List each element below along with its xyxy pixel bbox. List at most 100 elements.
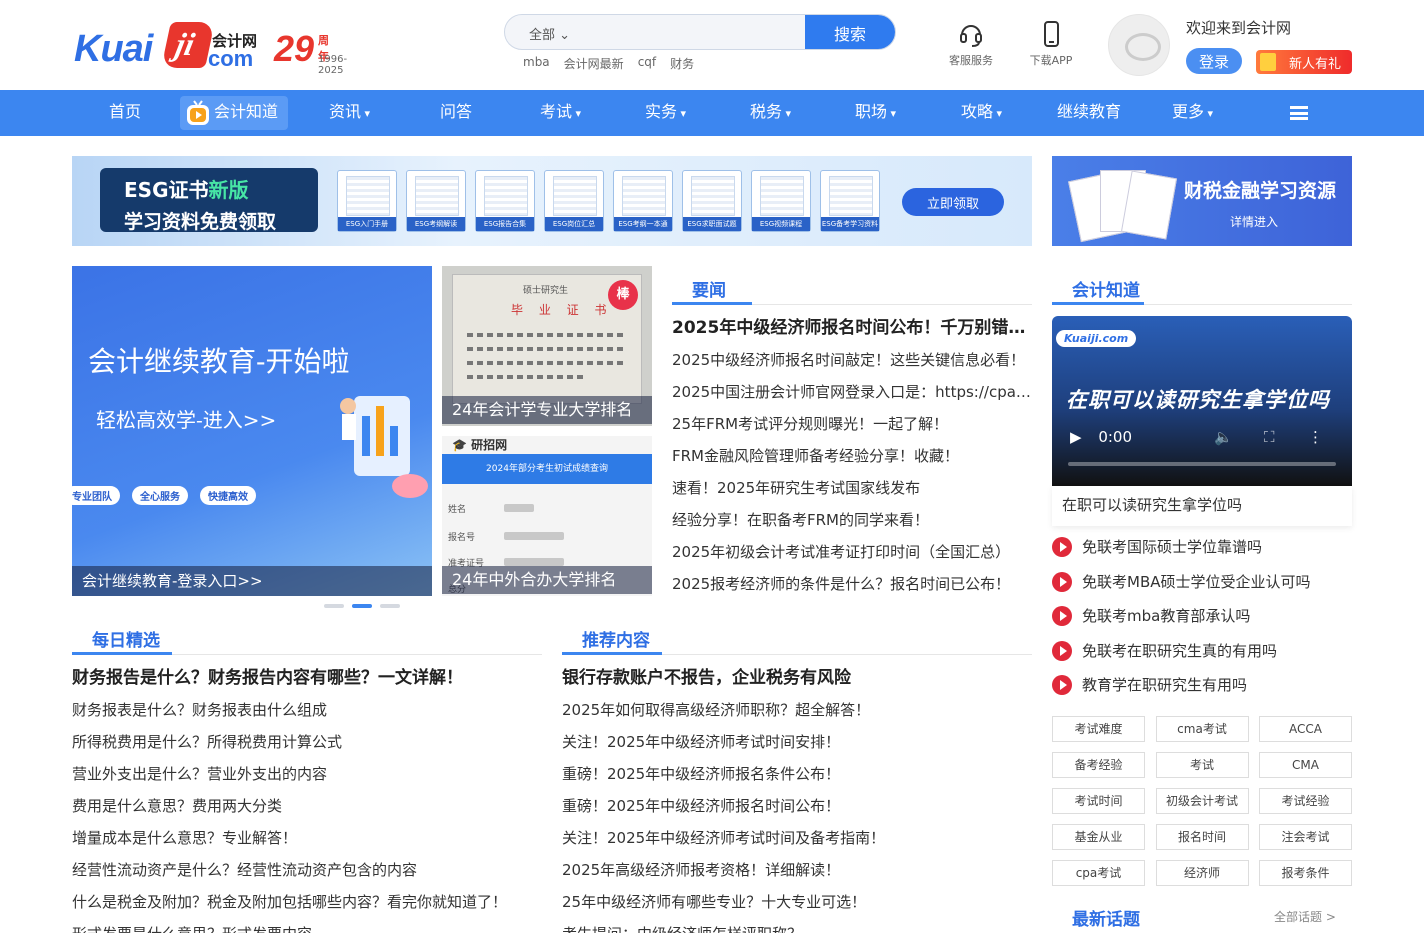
list-item[interactable]: 2025年初级会计考试准考证打印时间（全国汇总） bbox=[672, 536, 1032, 568]
list-item[interactable]: 考生提问：中级经济师怎样评职称？ bbox=[562, 918, 1032, 933]
tag[interactable]: 经济师 bbox=[1155, 860, 1249, 886]
list-item[interactable]: 关注！2025年中级经济师考试时间及备考指南！ bbox=[562, 822, 1032, 854]
banner-book: ESG求职面试题 bbox=[682, 170, 742, 232]
menu-icon[interactable] bbox=[1290, 106, 1308, 120]
nav-more[interactable]: 更多 bbox=[1172, 90, 1213, 136]
login-button[interactable]: 登录 bbox=[1186, 48, 1242, 74]
video-caption[interactable]: 在职可以读研究生拿学位吗 bbox=[1052, 486, 1352, 526]
tag[interactable]: 考试难度 bbox=[1052, 716, 1145, 742]
list-item[interactable]: 速看！2025年研究生考试国家线发布 bbox=[672, 472, 1032, 504]
list-item[interactable]: 财务报告是什么？财务报告内容有哪些？一文详解！ bbox=[72, 662, 542, 694]
nav-career[interactable]: 职场 bbox=[855, 90, 896, 136]
list-item[interactable]: 免联考MBA硕士学位受企业认可吗 bbox=[1052, 565, 1352, 600]
carousel-side-slide-1[interactable]: 硕士研究生 毕 业 证 书 棒 24年会计学专业大学排名 bbox=[442, 266, 652, 426]
tag[interactable]: 考试经验 bbox=[1259, 788, 1352, 814]
carousel-main-slide[interactable]: 会计继续教育-开始啦 轻松高效学-进入>> 专业团队 全心服务 快捷高效 会计继… bbox=[72, 266, 432, 596]
list-item[interactable]: 2025中国注册会计师官网登录入口是：https://cpa.cicpa.org… bbox=[672, 376, 1032, 408]
tag[interactable]: 备考经验 bbox=[1052, 752, 1145, 778]
hot-link[interactable]: 会计网最新 bbox=[564, 55, 624, 72]
list-item[interactable]: 营业外支出是什么？营业外支出的内容 bbox=[72, 758, 542, 790]
customer-service-link[interactable]: 客服服务 bbox=[941, 20, 1001, 68]
carousel-dot-active[interactable] bbox=[352, 604, 372, 608]
list-item[interactable]: 费用是什么意思？费用两大分类 bbox=[72, 790, 542, 822]
tag[interactable]: 初级会计考试 bbox=[1155, 788, 1249, 814]
video-progress-bar[interactable] bbox=[1068, 462, 1336, 466]
list-item[interactable]: 免联考国际硕士学位靠谱吗 bbox=[1052, 530, 1352, 565]
esg-banner[interactable]: ESG证书新版 学习资料免费领取 ESG入门手册 ESG考纲解读 ESG报告合集… bbox=[72, 156, 1032, 246]
nav-tax[interactable]: 税务 bbox=[750, 90, 791, 136]
list-item[interactable]: 增量成本是什么意思？专业解答！ bbox=[72, 822, 542, 854]
recommended-title: 推荐内容 bbox=[582, 631, 650, 651]
play-icon[interactable]: ▶ bbox=[1070, 428, 1082, 446]
list-item[interactable]: 免联考在职研究生真的有用吗 bbox=[1052, 634, 1352, 669]
customer-service-label: 客服服务 bbox=[949, 54, 993, 67]
list-item[interactable]: 2025年中级经济师报名时间公布！千万别错过！ bbox=[672, 312, 1032, 344]
hot-link[interactable]: cqf bbox=[638, 55, 656, 72]
volume-icon[interactable]: 🔈 bbox=[1214, 428, 1233, 446]
list-item[interactable]: 25年FRM考试评分规则曝光！一起了解！ bbox=[672, 408, 1032, 440]
list-item[interactable]: 免联考mba教育部承认吗 bbox=[1052, 599, 1352, 634]
search-category-select[interactable]: 全部 ⌄ bbox=[529, 24, 570, 43]
new-user-gift-button[interactable]: 新人有礼 bbox=[1256, 50, 1352, 74]
all-topics-link[interactable]: 全部话题 > bbox=[1274, 908, 1336, 925]
carousel-side-slide-2[interactable]: 🎓 研招网 2024年部分考生初试成绩查询 姓名 报名号 准考证号 总分 24年… bbox=[442, 436, 652, 596]
tag[interactable]: cma考试 bbox=[1155, 716, 1249, 742]
list-item[interactable]: 经营性流动资产是什么？经营性流动资产包含的内容 bbox=[72, 854, 542, 886]
list-item[interactable]: 2025报考经济师的条件是什么？报名时间已公布！ bbox=[672, 568, 1032, 600]
slide-caption: 24年中外合办大学排名 bbox=[442, 566, 652, 594]
nav-practice[interactable]: 实务 bbox=[645, 90, 686, 136]
search-button[interactable]: 搜索 bbox=[805, 15, 895, 49]
list-item[interactable]: FRM金融风险管理师备考经验分享！收藏！ bbox=[672, 440, 1032, 472]
list-item[interactable]: 银行存款账户不报告，企业税务有风险 bbox=[562, 662, 1032, 694]
list-item[interactable]: 2025年如何取得高级经济师职称？超全解答！ bbox=[562, 694, 1032, 726]
banner-book: ESG备考学习资料 bbox=[820, 170, 880, 232]
nav-kb[interactable]: 会计知道 bbox=[214, 90, 278, 136]
nav-exam[interactable]: 考试 bbox=[540, 90, 581, 136]
finance-resources-banner[interactable]: 财税金融学习资源 详情进入 bbox=[1052, 156, 1352, 246]
tag[interactable]: 报考条件 bbox=[1259, 860, 1352, 886]
list-item[interactable]: 2025中级经济师报名时间敲定！这些关键信息必看！ bbox=[672, 344, 1032, 376]
list-item[interactable]: 形式发票是什么意思？形式发票内容 bbox=[72, 918, 542, 933]
site-logo[interactable]: Kuai ji 会计网 com 29 周年 1996-2025 bbox=[74, 22, 347, 76]
tag[interactable]: cpa考试 bbox=[1052, 860, 1145, 886]
list-item[interactable]: 重磅！2025年中级经济师报名时间公布！ bbox=[562, 790, 1032, 822]
tag[interactable]: 考试 bbox=[1155, 752, 1249, 778]
tag[interactable]: CMA bbox=[1259, 752, 1352, 778]
nav-continuing-edu[interactable]: 继续教育 bbox=[1057, 90, 1121, 136]
list-item[interactable]: 25年中级经济师有哪些专业？十大专业可选！ bbox=[562, 886, 1032, 918]
tag[interactable]: 考试时间 bbox=[1052, 788, 1145, 814]
claim-now-button[interactable]: 立即领取 bbox=[902, 188, 1004, 216]
more-options-icon[interactable]: ⋮ bbox=[1308, 428, 1323, 446]
slide-subheading: 轻松高效学-进入>> bbox=[96, 408, 277, 432]
list-item[interactable]: 什么是税金及附加？税金及附加包括哪些内容？看完你就知道了！ bbox=[72, 886, 542, 918]
search-input[interactable] bbox=[595, 21, 795, 45]
banner-book: ESG报告合集 bbox=[475, 170, 535, 232]
tag[interactable]: 报名时间 bbox=[1155, 824, 1249, 850]
list-item[interactable]: 教育学在职研究生有用吗 bbox=[1052, 668, 1352, 703]
list-item[interactable]: 财务报表是什么？财务报表由什么组成 bbox=[72, 694, 542, 726]
fullscreen-icon[interactable]: ⛶ bbox=[1264, 428, 1275, 446]
nav-qa[interactable]: 问答 bbox=[440, 90, 472, 136]
welcome-text: 欢迎来到会计网 bbox=[1186, 19, 1292, 37]
hot-link[interactable]: mba bbox=[523, 55, 550, 72]
avatar[interactable] bbox=[1108, 14, 1170, 76]
video-controls: ▶ 0:00 🔈 ⛶ ⋮ bbox=[1070, 428, 1323, 446]
list-item[interactable]: 2025年高级经济师报考资格！详细解读！ bbox=[562, 854, 1032, 886]
nav-home[interactable]: 首页 bbox=[109, 90, 141, 136]
list-item[interactable]: 重磅！2025年中级经济师报名条件公布！ bbox=[562, 758, 1032, 790]
carousel-dot[interactable] bbox=[380, 604, 400, 608]
tag[interactable]: 注会考试 bbox=[1259, 824, 1352, 850]
tag[interactable]: 基金从业 bbox=[1052, 824, 1145, 850]
kb-title: 会计知道 bbox=[1072, 281, 1140, 301]
banner-book: ESG考纲解读 bbox=[406, 170, 466, 232]
nav-guide[interactable]: 攻略 bbox=[961, 90, 1002, 136]
download-app-link[interactable]: 下载APP bbox=[1021, 20, 1081, 68]
video-player[interactable]: Kuaiji.com 在职可以读研究生拿学位吗 ▶ 0:00 🔈 ⛶ ⋮ bbox=[1052, 316, 1352, 486]
nav-news[interactable]: 资讯 bbox=[329, 90, 370, 136]
list-item[interactable]: 所得税费用是什么？所得税费用计算公式 bbox=[72, 726, 542, 758]
carousel-dot[interactable] bbox=[324, 604, 344, 608]
tag[interactable]: ACCA bbox=[1259, 716, 1352, 742]
list-item[interactable]: 关注！2025年中级经济师考试时间安排！ bbox=[562, 726, 1032, 758]
list-item[interactable]: 经验分享！在职备考FRM的同学来看！ bbox=[672, 504, 1032, 536]
hot-link[interactable]: 财务 bbox=[670, 55, 694, 72]
